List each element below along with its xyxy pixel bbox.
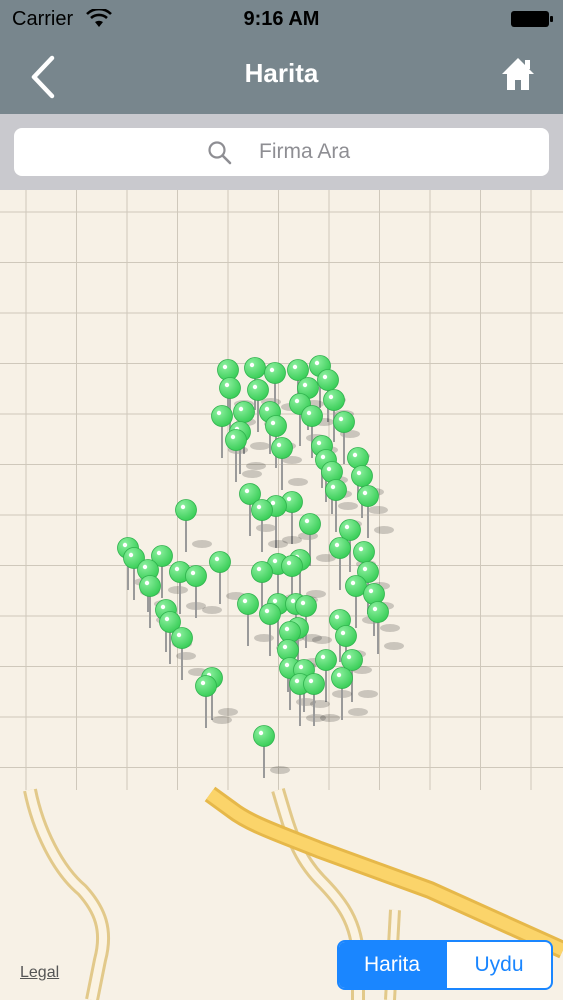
home-button[interactable] <box>498 54 542 98</box>
map-pin[interactable] <box>253 725 291 779</box>
map-pin[interactable] <box>175 499 213 553</box>
map-pins <box>117 355 404 779</box>
map-pin[interactable] <box>195 675 233 729</box>
navigation-bar: Harita <box>0 38 563 114</box>
search-input[interactable]: Firma Ara <box>14 128 549 176</box>
home-icon <box>502 58 534 90</box>
search-icon <box>208 141 232 165</box>
map-type-segmented-control: Harita Uydu <box>337 940 553 990</box>
clock: 9:16 AM <box>243 8 320 30</box>
page-title: Harita <box>244 58 319 88</box>
status-bar: Carrier 9:16 AM <box>0 0 563 38</box>
map-pin[interactable] <box>185 565 223 619</box>
segment-uydu[interactable]: Uydu <box>447 942 551 988</box>
legal-link[interactable]: Legal <box>20 964 59 982</box>
search-placeholder: Firma Ara <box>259 140 351 163</box>
segment-harita[interactable]: Harita <box>339 942 445 988</box>
search-bar: Firma Ara <box>0 114 563 190</box>
battery-icon <box>511 11 553 27</box>
map-pin[interactable] <box>225 429 263 483</box>
map-view[interactable]: Legal <box>0 190 563 1000</box>
